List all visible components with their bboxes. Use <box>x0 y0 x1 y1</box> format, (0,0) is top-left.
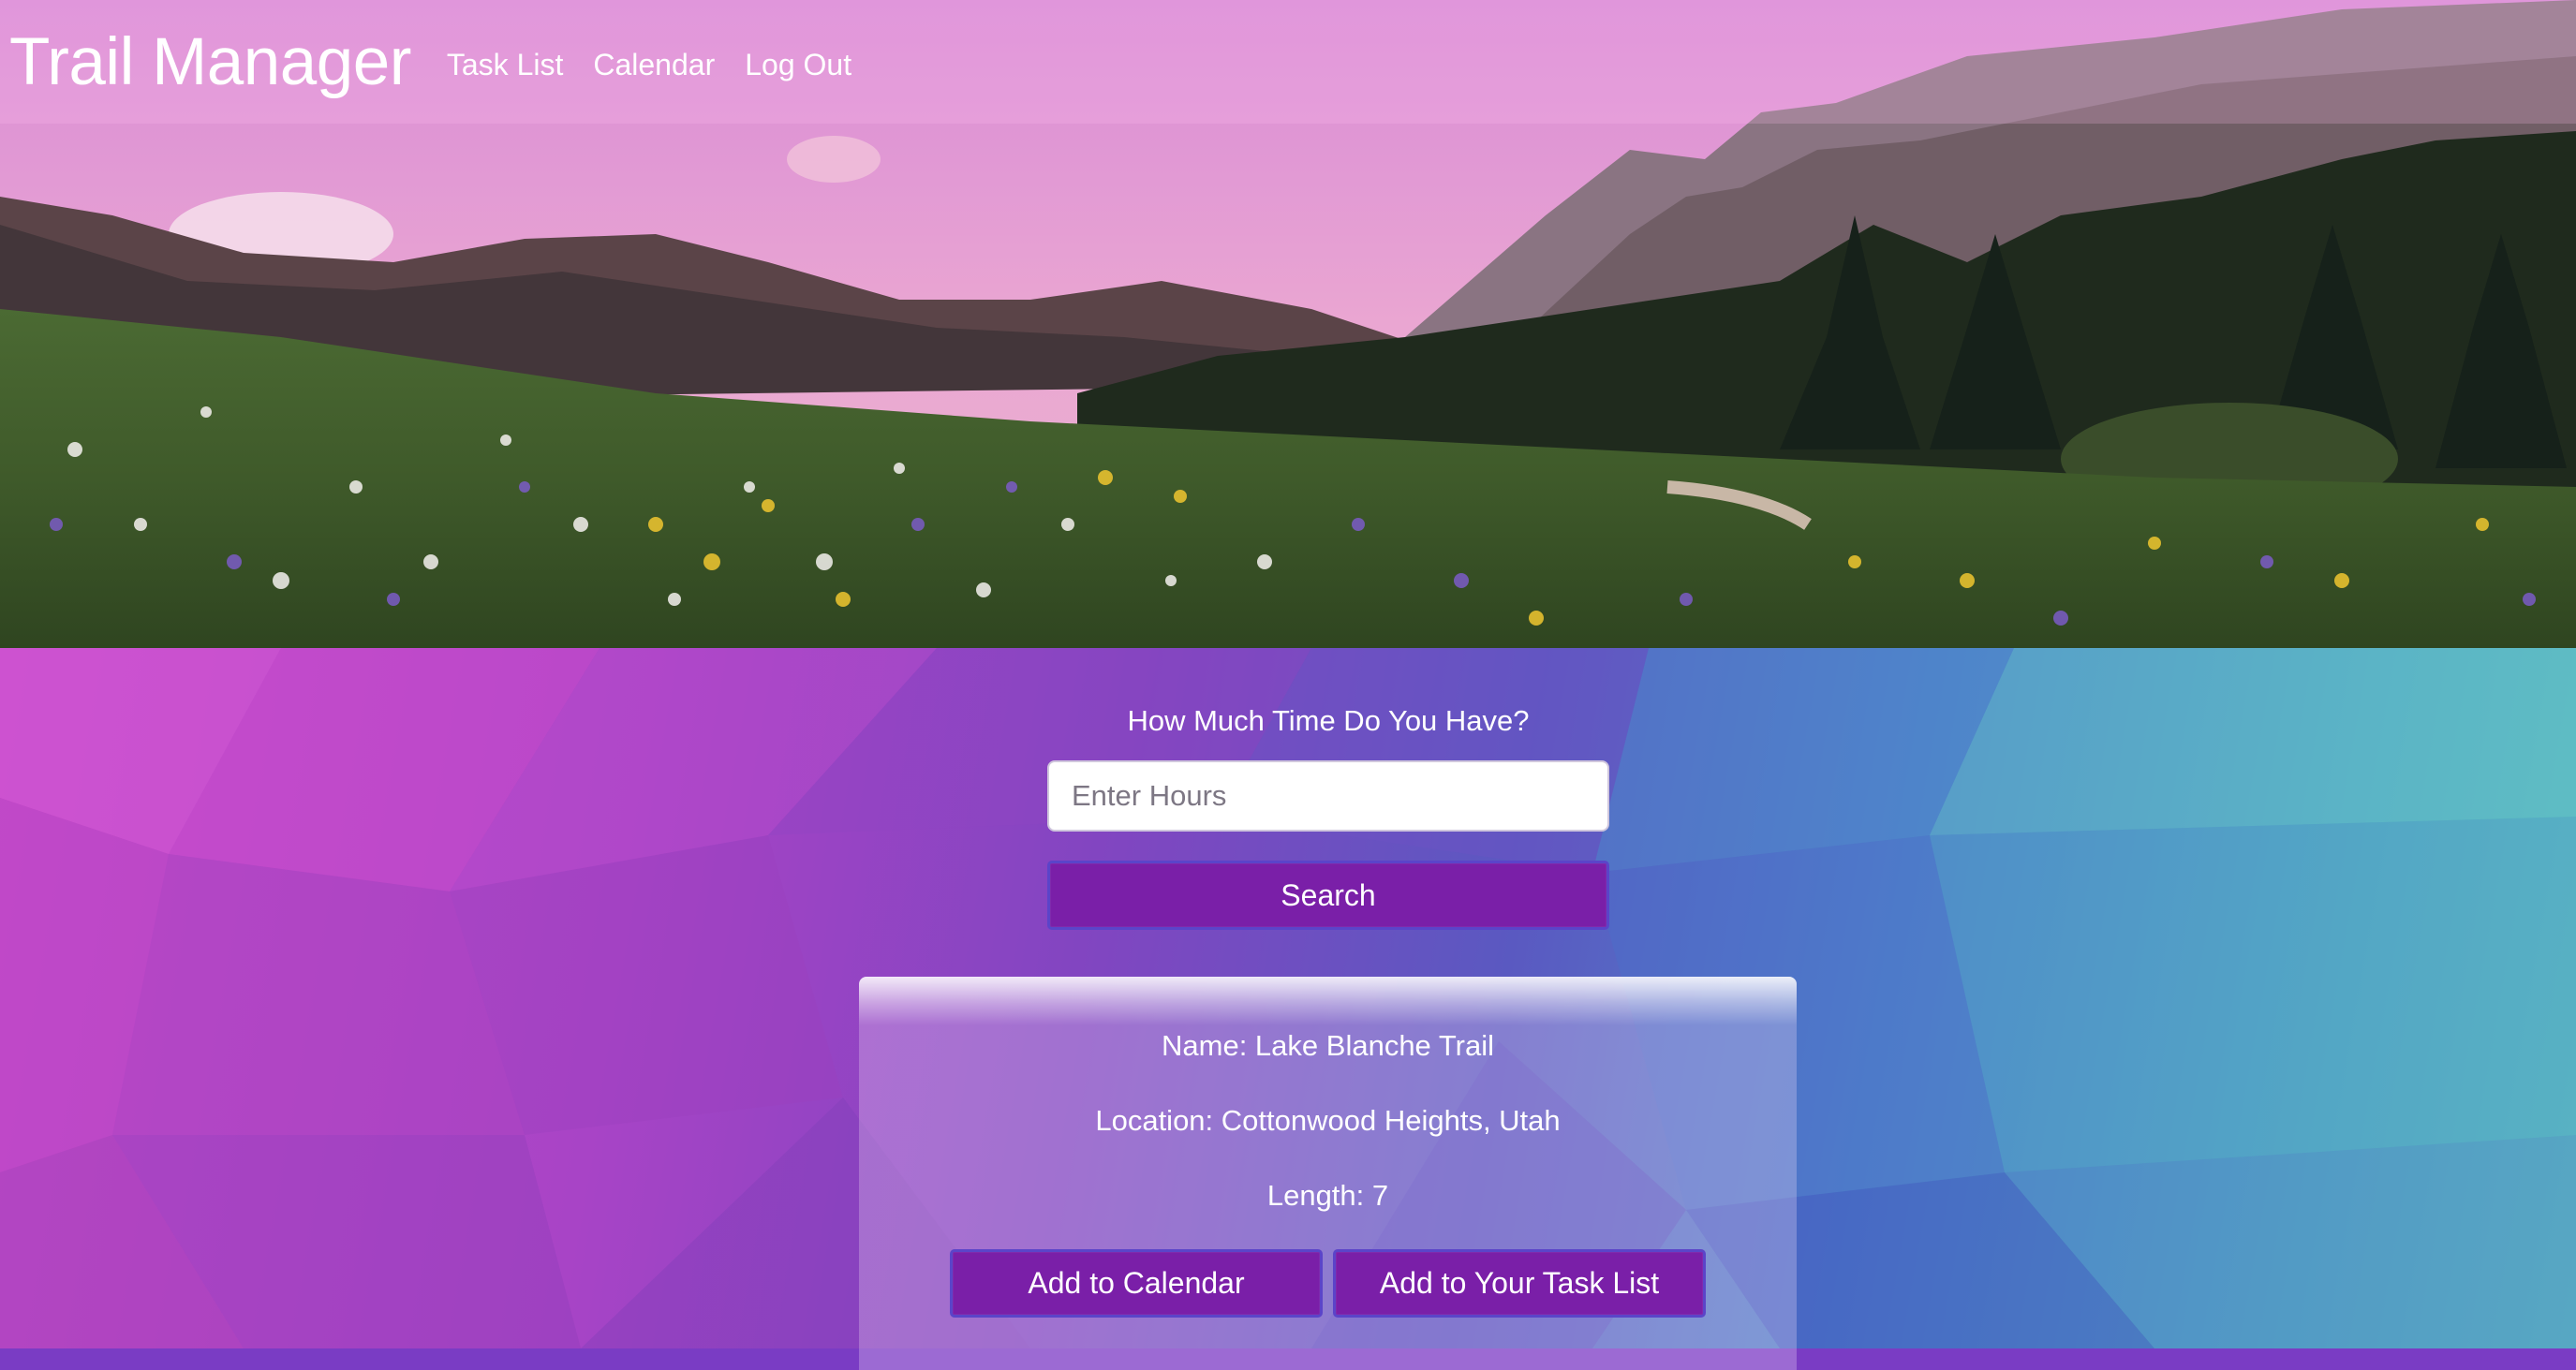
trail-location: Location: Cottonwood Heights, Utah <box>1095 1104 1561 1137</box>
card-header-highlight <box>859 977 1797 1025</box>
add-to-task-list-button[interactable]: Add to Your Task List <box>1333 1249 1706 1318</box>
search-button[interactable]: Search <box>1047 861 1609 930</box>
time-question-label: How Much Time Do You Have? <box>1127 704 1530 737</box>
navbar: Trail Manager Task List Calendar Log Out <box>0 0 2576 124</box>
hero-banner: Trail Manager Task List Calendar Log Out <box>0 0 2576 648</box>
trail-name: Name: Lake Blanche Trail <box>1162 1029 1494 1062</box>
nav-link-calendar[interactable]: Calendar <box>593 48 715 82</box>
nav-link-task-list[interactable]: Task List <box>447 48 563 82</box>
trail-length: Length: 7 <box>1266 1179 1389 1212</box>
brand-logo-text[interactable]: Trail Manager <box>9 24 411 100</box>
hours-input[interactable] <box>1047 760 1609 832</box>
nav-links: Task List Calendar Log Out <box>447 48 851 82</box>
add-to-calendar-button[interactable]: Add to Calendar <box>950 1249 1323 1318</box>
nav-link-log-out[interactable]: Log Out <box>745 48 851 82</box>
